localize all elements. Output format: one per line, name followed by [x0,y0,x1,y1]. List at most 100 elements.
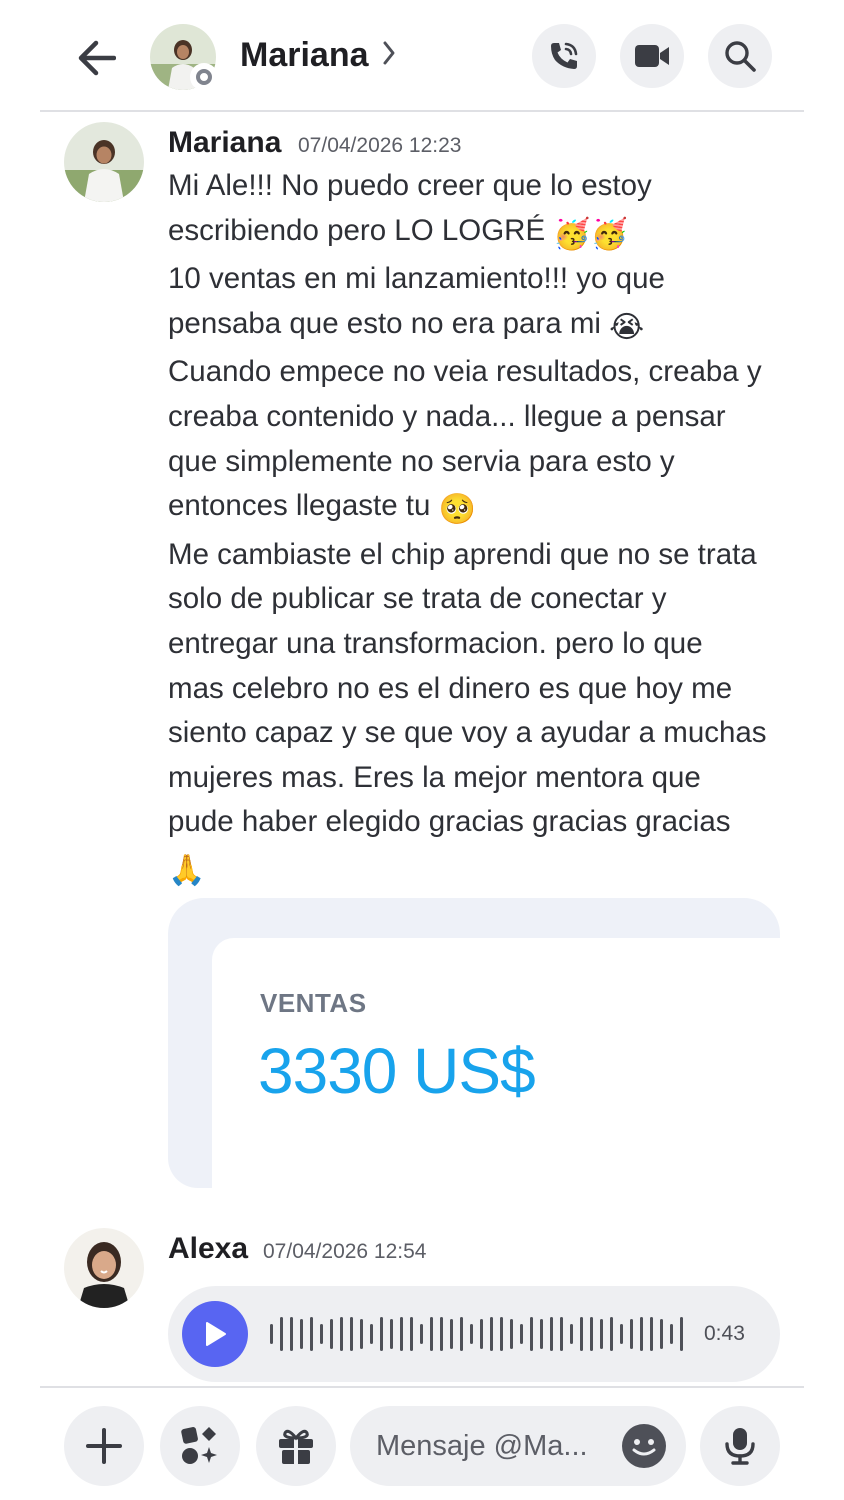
waveform-bar [400,1317,403,1351]
crying-face-emoji-icon: 😭 [609,309,645,345]
waveform-bar [600,1319,603,1349]
waveform-bar [570,1324,573,1344]
waveform-bar [320,1324,323,1344]
play-icon [206,1322,226,1346]
message-line: Me cambiaste el chip aprendi que no se t… [168,537,757,571]
folded-hands-emoji-icon: 🙏 [168,852,206,888]
audio-waveform[interactable] [268,1316,688,1352]
header-title[interactable]: Mariana [240,36,369,75]
sales-value: 3330 US$ [258,1035,536,1107]
emoji-icon [632,1439,656,1456]
apps-button[interactable] [160,1406,240,1486]
arrow-left-icon [78,40,116,76]
message-line: pude haber elegido gracias gracias graci… [168,805,731,839]
message-timestamp: 07/04/2026 12:54 [263,1240,427,1263]
waveform-bar [500,1317,503,1351]
waveform-bar [450,1319,453,1349]
pleading-face-emoji-icon: 🥺 [438,492,476,528]
message-line: escribiendo pero LO LOGRÉ [168,213,546,247]
chat-header: Mariana [0,0,844,112]
status-indicator [190,63,218,91]
waveform-bar [550,1317,553,1351]
message-line: que simplemente no servia para esto y [168,444,675,478]
waveform-bar [650,1317,653,1351]
message-line: mujeres mas. Eres la mejor mentora que [168,760,701,794]
message-line: solo de publicar se trata de conectar y [168,582,667,616]
waveform-bar [580,1317,583,1351]
sales-card: VENTAS 3330 US$ [212,938,780,1188]
waveform-bar [670,1324,673,1344]
waveform-bar [520,1324,523,1344]
waveform-bar [370,1324,373,1344]
waveform-bar [340,1317,343,1351]
avatar[interactable] [64,1228,144,1308]
waveform-bar [310,1317,313,1351]
waveform-bar [420,1324,423,1344]
message-line: Cuando empece no veia resultados, creaba… [168,355,762,389]
message-line: Mi Ale!!! No puedo creer que lo estoy [168,169,652,202]
search-icon [725,41,756,72]
waveform-bar [530,1317,533,1351]
waveform-bar [300,1319,303,1349]
plus-icon [86,1428,122,1464]
video-camera-icon [635,45,669,67]
message-line: creaba contenido y nada... llegue a pens… [168,399,726,433]
waveform-bar [630,1319,633,1349]
voice-duration: 0:43 [704,1322,745,1345]
message-timestamp: 07/04/2026 12:23 [298,134,462,157]
waveform-bar [350,1317,353,1351]
header-divider [40,110,804,112]
message-input[interactable] [376,1426,616,1466]
waveform-bar [560,1317,563,1351]
message-author[interactable]: Alexa [168,1232,248,1266]
search-button[interactable] [708,24,772,88]
waveform-bar [380,1317,383,1351]
composer-divider [40,1386,804,1388]
waveform-bar [460,1317,463,1351]
add-button[interactable] [64,1406,144,1486]
waveform-bar [620,1324,623,1344]
waveform-bar [480,1319,483,1349]
waveform-bar [410,1317,413,1351]
party-face-emoji-icon: 🥳🥳 [553,216,629,252]
waveform-bar [270,1324,273,1344]
apps-icon [181,1427,217,1464]
waveform-bar [610,1317,613,1351]
play-button[interactable] [182,1301,248,1367]
message-composer[interactable] [350,1406,686,1486]
video-button[interactable] [620,24,684,88]
message-line: pensaba que esto no era para mi [168,306,601,340]
waveform-bar [640,1317,643,1351]
emoji-button[interactable] [622,1424,666,1468]
waveform-bar [440,1317,443,1351]
gift-icon [279,1429,313,1464]
voice-record-button[interactable] [700,1406,780,1486]
waveform-bar [280,1317,283,1351]
waveform-bar [360,1319,363,1349]
message-line: 10 ventas en mi lanzamiento!!! yo que [168,262,665,296]
message-line: mas celebro no es el dinero es que hoy m… [168,671,733,705]
back-button[interactable] [72,34,120,82]
waveform-bar [660,1319,663,1349]
message-line: entonces llegaste tu [168,489,431,523]
gift-button[interactable] [256,1406,336,1486]
chevron-right-icon[interactable] [382,40,396,66]
waveform-bar [540,1319,543,1349]
waveform-bar [590,1317,593,1351]
voice-message: 0:43 [168,1286,780,1382]
call-button[interactable] [532,24,596,88]
waveform-bar [470,1324,473,1344]
image-attachment[interactable]: VENTAS 3330 US$ [168,898,780,1188]
message-content: Mi Ale!!! No puedo creer que lo estoy es… [168,164,798,894]
waveform-bar [510,1319,513,1349]
avatar[interactable] [64,122,144,202]
phone-call-icon [551,42,578,69]
waveform-bar [490,1317,493,1351]
waveform-bar [390,1319,393,1349]
microphone-icon [725,1428,755,1465]
message-line: entregar una transformacion. pero lo que [168,626,703,660]
message-author[interactable]: Mariana [168,126,281,160]
sales-label: VENTAS [260,988,367,1018]
waveform-bar [330,1319,333,1349]
waveform-bar [680,1317,683,1351]
